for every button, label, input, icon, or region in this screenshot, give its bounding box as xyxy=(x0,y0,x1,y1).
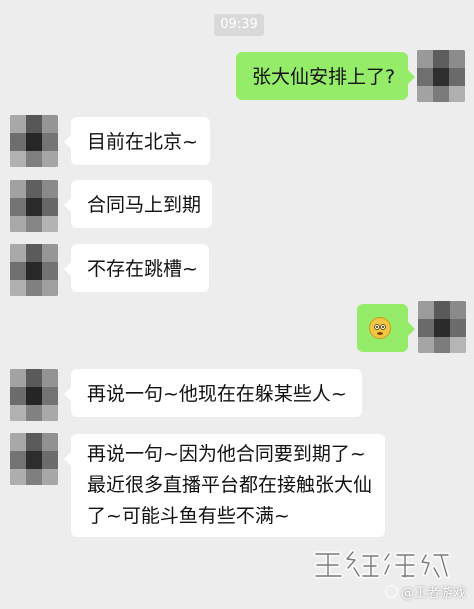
brand-watermark: @王者游戏 xyxy=(306,543,466,601)
bubble-tail xyxy=(64,452,71,466)
watermark-text: @王者游戏 xyxy=(400,586,466,601)
message-line-3: 了~可能斗鱼有些不满~ xyxy=(87,505,290,527)
bubble-tail xyxy=(64,135,71,149)
avatar-left-1[interactable] xyxy=(10,115,58,167)
message-text: 再说一句~他现在在躲某些人~ xyxy=(87,383,347,405)
avatar-left-3[interactable] xyxy=(10,244,58,296)
dizzy-face-emoji xyxy=(369,317,391,339)
message-bubble-left-3: 不存在跳槽~ xyxy=(64,244,209,292)
avatar-left-5[interactable] xyxy=(10,433,58,485)
message-text: 张大仙安排上了? xyxy=(252,66,396,88)
account-icon xyxy=(384,585,398,598)
message-line-1: 再说一句~因为他合同要到期了~ xyxy=(87,443,366,465)
message-bubble-left-1: 目前在北京~ xyxy=(64,117,210,165)
message-bubble-left-2: 合同马上到期 xyxy=(64,180,212,228)
bubble-tail xyxy=(64,198,71,212)
message-text: 合同马上到期 xyxy=(87,194,202,216)
message-bubble-left-5: 再说一句~因为他合同要到期了~ 最近很多直播平台都在接触张大仙 了~可能斗鱼有些… xyxy=(64,434,385,537)
bubble-tail xyxy=(408,70,415,84)
message-bubble-right-1: 张大仙安排上了? xyxy=(236,52,415,100)
avatar-right-2[interactable] xyxy=(418,301,466,353)
watermark-label: @王者游戏 xyxy=(384,585,466,601)
avatar-left-2[interactable] xyxy=(10,180,58,232)
message-text: 目前在北京~ xyxy=(87,131,198,153)
avatar-left-4[interactable] xyxy=(10,369,58,421)
bubble-tail xyxy=(64,387,71,401)
message-bubble-left-4: 再说一句~他现在在躲某些人~ xyxy=(64,369,362,417)
message-line-2: 最近很多直播平台都在接触张大仙 xyxy=(87,474,373,496)
bubble-tail xyxy=(408,322,415,336)
bubble-tail xyxy=(64,262,71,276)
message-bubble-right-2 xyxy=(357,304,415,352)
message-text: 不存在跳槽~ xyxy=(87,258,198,280)
brand-watermark-icon xyxy=(313,549,451,580)
avatar-right-1[interactable] xyxy=(417,50,465,102)
message-timestamp: 09:39 xyxy=(214,14,264,36)
